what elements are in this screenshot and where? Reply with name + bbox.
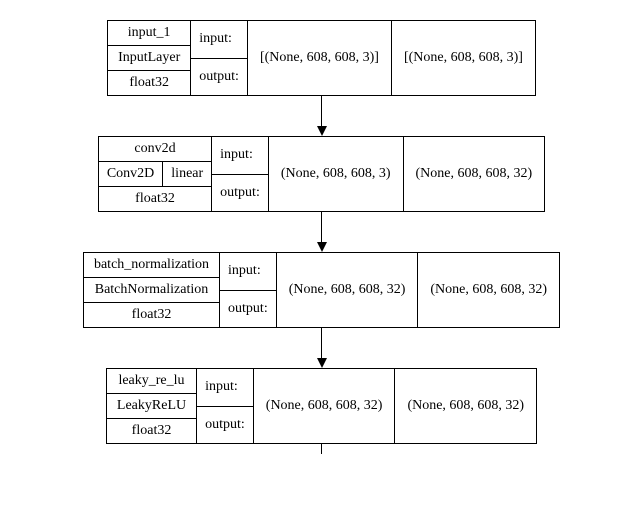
layer-class: InputLayer bbox=[108, 46, 190, 71]
input-shape: [(None, 608, 608, 3)] bbox=[248, 21, 392, 95]
layer-class: BatchNormalization bbox=[84, 278, 219, 303]
input-label: input: bbox=[191, 21, 247, 59]
layer-meta: input_1 InputLayer float32 bbox=[108, 21, 191, 95]
output-label: output: bbox=[197, 407, 253, 444]
output-label: output: bbox=[220, 291, 276, 328]
layer-meta: leaky_re_lu LeakyReLU float32 bbox=[107, 369, 197, 443]
layer-dtype: float32 bbox=[84, 303, 219, 327]
output-label: output: bbox=[191, 59, 247, 96]
layer-meta: conv2d Conv2D linear float32 bbox=[99, 137, 212, 211]
arrow-down-icon bbox=[317, 212, 327, 252]
output-shape: (None, 608, 608, 32) bbox=[404, 137, 545, 211]
arrow-down-icon bbox=[317, 328, 327, 368]
layer-name: batch_normalization bbox=[84, 253, 219, 278]
arrow-stub-icon bbox=[321, 444, 322, 454]
input-label: input: bbox=[197, 369, 253, 407]
input-shape: (None, 608, 608, 3) bbox=[269, 137, 404, 211]
io-labels: input: output: bbox=[220, 253, 277, 327]
layer-dtype: float32 bbox=[107, 419, 196, 443]
layer-name: leaky_re_lu bbox=[107, 369, 196, 394]
output-shape: (None, 608, 608, 32) bbox=[395, 369, 536, 443]
layer-dtype: float32 bbox=[108, 71, 190, 95]
input-shape: (None, 608, 608, 32) bbox=[254, 369, 396, 443]
output-shape: (None, 608, 608, 32) bbox=[418, 253, 559, 327]
layer-name: conv2d bbox=[99, 137, 211, 162]
layer-class: LeakyReLU bbox=[107, 394, 196, 419]
layer-node-batchnorm: batch_normalization BatchNormalization f… bbox=[83, 252, 560, 328]
arrow-down-icon bbox=[317, 96, 327, 136]
layer-meta: batch_normalization BatchNormalization f… bbox=[84, 253, 220, 327]
input-shape: (None, 608, 608, 32) bbox=[277, 253, 419, 327]
layer-node-leakyrelu: leaky_re_lu LeakyReLU float32 input: out… bbox=[106, 368, 537, 444]
output-shape: [(None, 608, 608, 3)] bbox=[392, 21, 535, 95]
io-labels: input: output: bbox=[212, 137, 269, 211]
input-label: input: bbox=[220, 253, 276, 291]
io-labels: input: output: bbox=[197, 369, 254, 443]
layer-dtype: float32 bbox=[99, 187, 211, 211]
layer-node-input: input_1 InputLayer float32 input: output… bbox=[107, 20, 536, 96]
layer-activation: linear bbox=[163, 162, 211, 186]
io-labels: input: output: bbox=[191, 21, 248, 95]
output-label: output: bbox=[212, 175, 268, 212]
layer-class: Conv2D bbox=[99, 162, 163, 186]
input-label: input: bbox=[212, 137, 268, 175]
model-diagram: input_1 InputLayer float32 input: output… bbox=[20, 20, 623, 454]
layer-node-conv2d: conv2d Conv2D linear float32 input: outp… bbox=[98, 136, 545, 212]
layer-name: input_1 bbox=[108, 21, 190, 46]
